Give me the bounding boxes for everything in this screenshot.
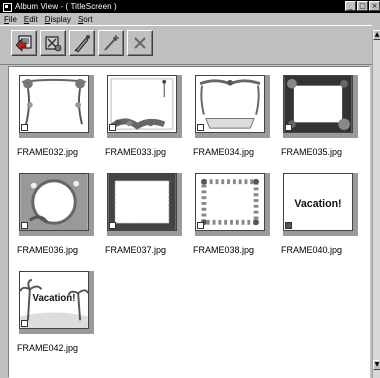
thumbnail-filename: FRAME036.jpg <box>17 245 79 255</box>
window-title: Album View - ( TitleScreen ) <box>15 2 117 11</box>
close-button[interactable]: × <box>369 1 380 11</box>
thumbnail-tile[interactable]: FRAME038.jpg <box>193 169 277 261</box>
select-checkbox[interactable] <box>109 124 116 131</box>
thumbnail-tile[interactable]: Vacation! FRAME040.jpg <box>281 169 365 261</box>
select-checkbox[interactable] <box>197 124 204 131</box>
thumbnail-filename: FRAME032.jpg <box>17 147 79 157</box>
select-checkbox[interactable] <box>285 222 292 229</box>
select-checkbox[interactable] <box>285 124 292 131</box>
thumbnail-image <box>195 173 265 231</box>
select-checkbox[interactable] <box>21 320 28 327</box>
thumbnail-image <box>107 173 177 231</box>
settings-button[interactable] <box>40 30 66 56</box>
thumbnail-filename: FRAME033.jpg <box>105 147 167 157</box>
wand-icon <box>104 34 120 51</box>
thumbnail-image: Vacation! <box>283 173 353 231</box>
frame-circle-leaves-image <box>20 174 88 230</box>
thumbnail-filename: FRAME037.jpg <box>105 245 167 255</box>
thumbnail-image <box>19 173 89 231</box>
frame-flower-ring-image <box>196 174 264 230</box>
thumbnail-filename: FRAME042.jpg <box>17 343 79 353</box>
select-checkbox[interactable] <box>109 222 116 229</box>
maximize-button[interactable]: □ <box>357 1 368 11</box>
frame-vacation-text-image: Vacation! <box>284 174 352 230</box>
app-icon <box>2 2 12 12</box>
thumbnail-shadow <box>107 75 182 138</box>
menu-file-text: ile <box>8 14 17 24</box>
thumbnail-image <box>283 75 353 133</box>
thumbnail-tile[interactable]: FRAME032.jpg <box>17 71 101 163</box>
x-icon <box>134 37 146 49</box>
album-content: FRAME032.jpg FRAME033.jpg FRAME034.jpg F… <box>8 66 370 378</box>
frame-dark-border-image <box>108 174 176 230</box>
menu-display[interactable]: Display <box>45 15 71 24</box>
thumbnail-filename: FRAME034.jpg <box>193 147 255 157</box>
pen-button[interactable] <box>69 30 95 56</box>
thumbnail-tile[interactable]: Vacation! FRAME042.jpg <box>17 267 101 359</box>
thumbnail-tile[interactable]: FRAME035.jpg <box>281 71 365 163</box>
thumbnail-tile[interactable]: FRAME036.jpg <box>17 169 101 261</box>
menu-edit[interactable]: Edit <box>24 15 38 24</box>
frame-dark-roses-image <box>284 76 352 132</box>
thumbnail-tile[interactable]: FRAME033.jpg <box>105 71 189 163</box>
thumbnail-tile[interactable]: FRAME037.jpg <box>105 169 189 261</box>
thumbnail-shadow <box>19 173 94 236</box>
vertical-scrollbar[interactable]: ▲ ▼ <box>372 30 380 378</box>
menu-edit-text: dit <box>29 14 38 24</box>
thumbnail-image <box>107 75 177 133</box>
import-button[interactable] <box>11 30 37 56</box>
minimize-button[interactable]: _ <box>345 1 356 11</box>
thumbnail-shadow <box>195 75 270 138</box>
vacation-text: Vacation! <box>294 198 341 210</box>
title-bar: Album View - ( TitleScreen ) _ □ × <box>0 0 380 13</box>
menu-sort-text: ort <box>83 14 93 24</box>
import-icon <box>15 35 32 52</box>
wand-button[interactable] <box>98 30 124 56</box>
thumbnail-image: Vacation! <box>19 271 89 329</box>
select-checkbox[interactable] <box>197 222 204 229</box>
frame-vacation-palms-image: Vacation! <box>20 272 88 328</box>
select-checkbox[interactable] <box>21 124 28 131</box>
select-checkbox[interactable] <box>21 222 28 229</box>
pen-icon <box>74 35 90 53</box>
toolbar <box>0 25 372 65</box>
vacation-text: Vacation! <box>33 293 76 304</box>
thumbnail-tile[interactable]: FRAME034.jpg <box>193 71 277 163</box>
thumbnail-shadow: Vacation! <box>19 271 94 334</box>
frame-ribbon-banner-image <box>196 76 264 132</box>
thumbnail-shadow <box>195 173 270 236</box>
scroll-up-button[interactable]: ▲ <box>373 30 380 40</box>
window-controls: _ □ × <box>345 1 380 11</box>
menu-sort[interactable]: Sort <box>78 15 93 24</box>
frame-flower-bottom-image <box>108 76 176 132</box>
thumbnail-shadow <box>107 173 182 236</box>
thumbnail-filename: FRAME038.jpg <box>193 245 255 255</box>
thumbnail-image <box>19 75 89 133</box>
thumbnail-shadow: Vacation! <box>283 173 358 236</box>
scroll-down-button[interactable]: ▼ <box>373 360 380 370</box>
thumbnail-shadow <box>283 75 358 138</box>
menu-display-text: isplay <box>50 14 71 24</box>
settings-icon <box>45 36 62 52</box>
thumbnail-image <box>195 75 265 133</box>
frame-ribbon-hang-image <box>20 76 88 132</box>
delete-button[interactable] <box>127 30 153 56</box>
thumbnail-filename: FRAME040.jpg <box>281 245 343 255</box>
menu-file[interactable]: File <box>4 15 17 24</box>
thumbnail-shadow <box>19 75 94 138</box>
thumbnail-filename: FRAME035.jpg <box>281 147 343 157</box>
menu-bar: File Edit Display Sort <box>0 13 380 25</box>
